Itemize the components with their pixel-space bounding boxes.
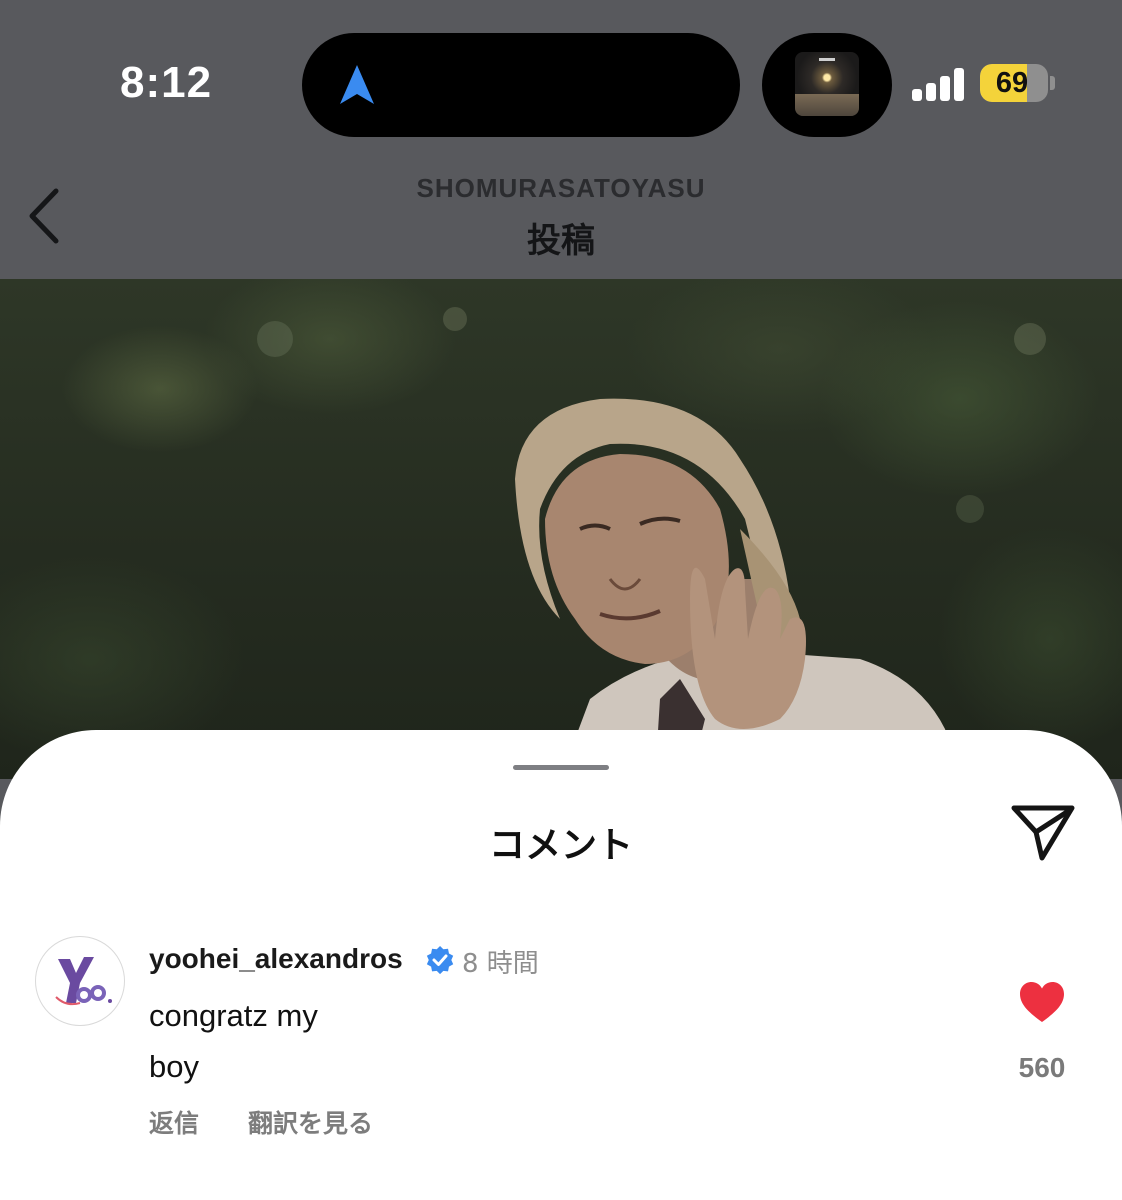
see-translation-button[interactable]: 翻訳を見る xyxy=(248,1104,373,1140)
yoo-logo-icon xyxy=(55,957,112,1006)
battery-level: 69 xyxy=(995,67,1029,99)
comment-text-line: boy xyxy=(149,1049,199,1084)
comment-text: congratz my boy xyxy=(149,990,318,1092)
heart-icon[interactable] xyxy=(1018,980,1066,1024)
battery-icon: 69 xyxy=(980,64,1048,102)
reply-button[interactable]: 返信 xyxy=(149,1104,199,1140)
share-paper-plane-icon[interactable] xyxy=(1008,802,1078,864)
commenter-avatar[interactable] xyxy=(35,936,125,1026)
post-photo[interactable] xyxy=(0,279,1122,779)
person-photo xyxy=(257,307,1046,779)
screen: 8:12 69 SHOMURASATOYASU 投稿 コメント yoohei_a… xyxy=(0,0,1122,1200)
dynamic-island-now-playing[interactable] xyxy=(762,33,892,137)
comment-timestamp: 8 時間 xyxy=(462,949,539,979)
status-time: 8:12 xyxy=(120,58,213,107)
comment-username[interactable]: yoohei_alexandros xyxy=(149,943,403,975)
cellular-signal-icon xyxy=(912,67,966,101)
album-art-thumbnail xyxy=(795,52,859,116)
verified-badge-icon xyxy=(426,945,454,975)
battery-cap xyxy=(1050,76,1055,90)
comments-sheet: コメント yoohei_alexandros 8 時間 congratz my xyxy=(0,730,1122,1200)
sheet-title: コメント xyxy=(488,825,633,866)
header-username[interactable]: SHOMURASATOYASU xyxy=(0,173,1122,204)
comment-text-line: congratz my xyxy=(149,998,318,1033)
navigation-arrow-icon xyxy=(340,65,374,104)
like-count: 560 xyxy=(1018,1052,1066,1083)
page-title: 投稿 xyxy=(527,221,595,261)
dynamic-island-navigation[interactable] xyxy=(302,33,740,137)
sheet-grabber[interactable] xyxy=(513,765,609,770)
